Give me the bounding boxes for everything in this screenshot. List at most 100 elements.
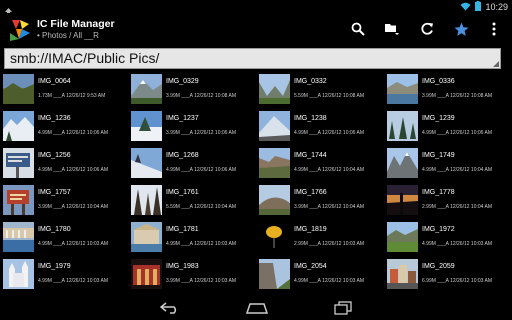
- file-meta: 5.59M ___A 12/26/12 10:08 AM: [294, 93, 365, 99]
- file-item[interactable]: IMG_1236 4.99M ___A 12/26/12 10:06 AM: [0, 109, 125, 144]
- file-thumbnail: [387, 74, 418, 104]
- file-meta: 4.99M ___A 12/26/12 10:04 AM: [294, 167, 365, 173]
- file-thumbnail: [131, 111, 162, 141]
- file-thumbnail: [259, 222, 290, 252]
- file-name: IMG_1744: [294, 152, 327, 159]
- file-meta: 4.99M ___A 12/26/12 10:03 AM: [38, 241, 109, 247]
- file-meta: 3.99M ___A 12/26/12 10:06 AM: [166, 130, 237, 136]
- file-grid: IMG_0064 1.73M ___A 12/26/12 9:53 AM IMG_0…: [0, 72, 512, 296]
- file-item[interactable]: IMG_1757 3.99M ___A 12/26/12 10:04 AM: [0, 183, 125, 218]
- file-name: IMG_1766: [294, 189, 327, 196]
- file-thumbnail: [387, 222, 418, 252]
- file-item[interactable]: IMG_1744 4.99M ___A 12/26/12 10:04 AM: [256, 146, 381, 181]
- file-item[interactable]: IMG_0332 5.59M ___A 12/26/12 10:08 AM: [256, 72, 381, 107]
- file-name: IMG_1757: [38, 189, 71, 196]
- file-meta: 4.99M ___A 12/26/12 10:06 AM: [38, 167, 109, 173]
- file-item[interactable]: IMG_0336 3.99M ___A 12/26/12 10:08 AM: [384, 72, 509, 107]
- file-meta: 4.99M ___A 12/26/12 10:03 AM: [422, 241, 493, 247]
- file-name: IMG_2054: [294, 263, 327, 270]
- file-item[interactable]: IMG_1766 3.99M ___A 12/26/12 10:04 AM: [256, 183, 381, 218]
- file-name: IMG_1979: [38, 263, 71, 270]
- navigation-bar: [0, 296, 512, 320]
- ic-file-manager-logo[interactable]: [6, 15, 34, 43]
- file-name: IMG_1781: [166, 226, 199, 233]
- file-item[interactable]: IMG_1238 4.99M ___A 12/26/12 10:06 AM: [256, 109, 381, 144]
- file-item[interactable]: IMG_1268 4.99M ___A 12/26/12 10:06 AM: [128, 146, 253, 181]
- file-thumbnail: [131, 222, 162, 252]
- file-meta: 5.59M ___A 12/26/12 10:04 AM: [166, 204, 237, 210]
- file-item[interactable]: IMG_2054 4.99M ___A 12/26/12 10:03 AM: [256, 257, 381, 292]
- file-name: IMG_1819: [294, 226, 327, 233]
- file-item[interactable]: IMG_1761 5.59M ___A 12/26/12 10:04 AM: [128, 183, 253, 218]
- file-item[interactable]: IMG_0329 3.99M ___A 12/26/12 10:08 AM: [128, 72, 253, 107]
- file-item[interactable]: IMG_0064 1.73M ___A 12/26/12 9:53 AM: [0, 72, 125, 107]
- home-icon[interactable]: [241, 298, 273, 318]
- back-icon[interactable]: [154, 298, 186, 318]
- file-item[interactable]: IMG_1237 3.99M ___A 12/26/12 10:06 AM: [128, 109, 253, 144]
- file-meta: 4.99M ___A 12/26/12 10:06 AM: [294, 130, 365, 136]
- file-item[interactable]: IMG_1983 3.99M ___A 12/26/12 10:03 AM: [128, 257, 253, 292]
- search-icon[interactable]: [346, 17, 370, 41]
- recent-apps-icon[interactable]: [327, 298, 359, 318]
- file-thumbnail: [3, 111, 34, 141]
- file-thumbnail: [3, 185, 34, 215]
- file-item[interactable]: IMG_1256 4.99M ___A 12/26/12 10:06 AM: [0, 146, 125, 181]
- file-name: IMG_0329: [166, 78, 199, 85]
- file-item[interactable]: IMG_1239 4.99M ___A 12/26/12 10:06 AM: [384, 109, 509, 144]
- file-meta: 2.99M ___A 12/26/12 10:03 AM: [294, 241, 365, 247]
- file-name: IMG_1239: [422, 115, 455, 122]
- file-meta: 1.73M ___A 12/26/12 9:53 AM: [38, 93, 106, 99]
- file-name: IMG_0064: [38, 78, 71, 85]
- file-thumbnail: [259, 185, 290, 215]
- file-item[interactable]: IMG_1819 2.99M ___A 12/26/12 10:03 AM: [256, 220, 381, 255]
- file-item[interactable]: IMG_1972 4.99M ___A 12/26/12 10:03 AM: [384, 220, 509, 255]
- file-meta: 3.99M ___A 12/26/12 10:08 AM: [166, 93, 237, 99]
- path-field[interactable]: smb://IMAC/Public Pics/: [4, 48, 501, 69]
- refresh-icon[interactable]: [415, 17, 439, 41]
- file-thumbnail: [387, 148, 418, 178]
- file-meta: 2.99M ___A 12/26/12 10:04 AM: [422, 204, 493, 210]
- file-name: IMG_1236: [38, 115, 71, 122]
- file-meta: 4.99M ___A 12/26/12 10:06 AM: [422, 130, 493, 136]
- file-thumbnail: [387, 185, 418, 215]
- file-meta: 6.99M ___A 12/26/12 10:03 AM: [422, 278, 493, 284]
- file-thumbnail: [3, 148, 34, 178]
- star-icon[interactable]: [449, 17, 473, 41]
- file-item[interactable]: IMG_1778 2.99M ___A 12/26/12 10:04 AM: [384, 183, 509, 218]
- file-name: IMG_1972: [422, 226, 455, 233]
- file-thumbnail: [387, 111, 418, 141]
- file-meta: 3.99M ___A 12/26/12 10:04 AM: [38, 204, 109, 210]
- file-name: IMG_1238: [294, 115, 327, 122]
- file-name: IMG_0336: [422, 78, 455, 85]
- file-name: IMG_1761: [166, 189, 199, 196]
- file-name: IMG_1237: [166, 115, 199, 122]
- file-name: IMG_2059: [422, 263, 455, 270]
- overflow-menu-icon[interactable]: [482, 17, 506, 41]
- status-bar: 10:29: [0, 0, 512, 14]
- file-thumbnail: [259, 148, 290, 178]
- file-item[interactable]: IMG_1781 4.99M ___A 12/26/12 10:03 AM: [128, 220, 253, 255]
- file-item[interactable]: IMG_2059 6.99M ___A 12/26/12 10:03 AM: [384, 257, 509, 292]
- file-thumbnail: [131, 148, 162, 178]
- file-meta: 3.99M ___A 12/26/12 10:08 AM: [422, 93, 493, 99]
- file-thumbnail: [3, 222, 34, 252]
- folder-menu-icon[interactable]: [380, 17, 404, 41]
- file-thumbnail: [259, 111, 290, 141]
- status-time: 10:29: [485, 1, 508, 12]
- file-item[interactable]: IMG_1979 4.99M ___A 12/26/12 10:03 AM: [0, 257, 125, 292]
- file-meta: 4.99M ___A 12/26/12 10:03 AM: [166, 241, 237, 247]
- file-thumbnail: [3, 74, 34, 104]
- file-meta: 3.99M ___A 12/26/12 10:04 AM: [294, 204, 365, 210]
- file-name: IMG_1749: [422, 152, 455, 159]
- file-meta: 4.99M ___A 12/26/12 10:06 AM: [38, 130, 109, 136]
- file-name: IMG_0332: [294, 78, 327, 85]
- file-thumbnail: [131, 74, 162, 104]
- file-item[interactable]: IMG_1780 4.99M ___A 12/26/12 10:03 AM: [0, 220, 125, 255]
- file-meta: 4.99M ___A 12/26/12 10:03 AM: [38, 278, 109, 284]
- file-item[interactable]: IMG_1749 4.99M ___A 12/26/12 10:04 AM: [384, 146, 509, 181]
- file-name: IMG_1983: [166, 263, 199, 270]
- file-meta: 4.99M ___A 12/26/12 10:04 AM: [422, 167, 493, 173]
- app-title: IC File Manager: [37, 18, 115, 30]
- file-name: IMG_1780: [38, 226, 71, 233]
- current-location-subtitle[interactable]: • Photos / All __R: [37, 31, 99, 40]
